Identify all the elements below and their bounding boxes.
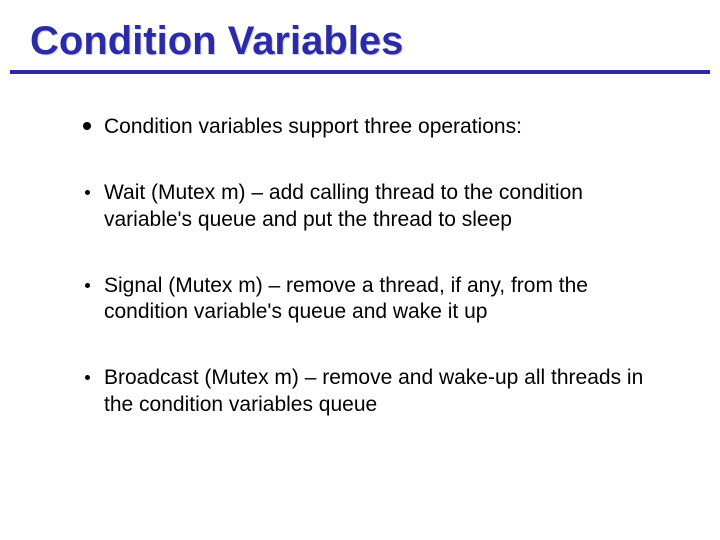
item-text: Signal (Mutex m) – remove a thread, if a… xyxy=(104,273,660,326)
slide: Condition Variables Condition variables … xyxy=(0,0,720,540)
dot-icon xyxy=(85,283,90,288)
title-wrap: Condition Variables xyxy=(0,0,720,70)
list-item: Signal (Mutex m) – remove a thread, if a… xyxy=(70,273,660,326)
bullet xyxy=(70,114,104,130)
item-text: Wait (Mutex m) – add calling thread to t… xyxy=(104,180,660,233)
list-item: Condition variables support three operat… xyxy=(70,114,660,140)
list-item: Wait (Mutex m) – add calling thread to t… xyxy=(70,180,660,233)
item-text: Broadcast (Mutex m) – remove and wake-up… xyxy=(104,365,660,418)
bullet xyxy=(70,180,104,195)
item-text: Condition variables support three operat… xyxy=(104,114,660,140)
bullet xyxy=(70,273,104,288)
dot-icon xyxy=(85,375,90,380)
list-item: Broadcast (Mutex m) – remove and wake-up… xyxy=(70,365,660,418)
disc-icon xyxy=(83,122,91,130)
bullet xyxy=(70,365,104,380)
slide-title: Condition Variables xyxy=(30,20,690,62)
dot-icon xyxy=(85,190,90,195)
content-area: Condition variables support three operat… xyxy=(0,74,720,418)
